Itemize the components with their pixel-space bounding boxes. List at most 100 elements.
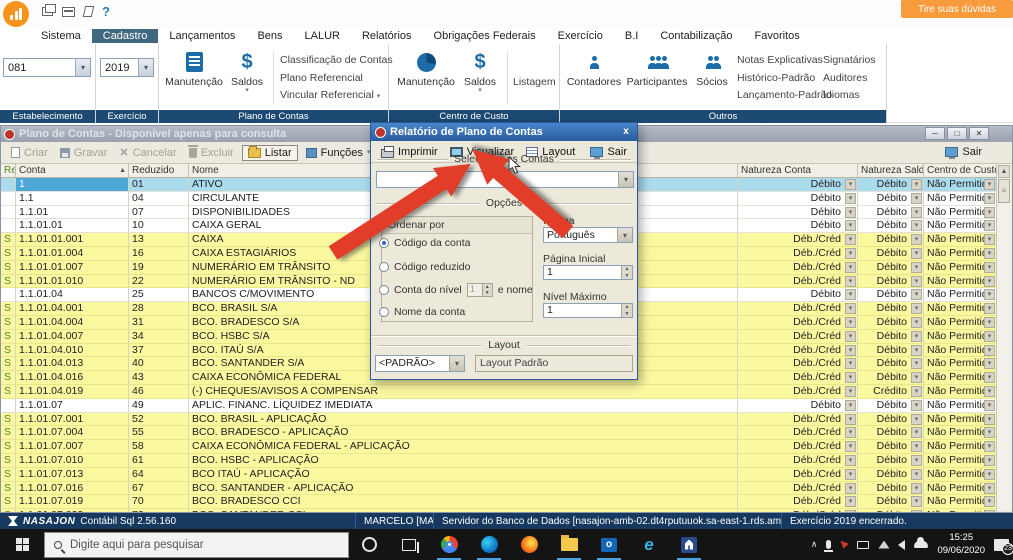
dropdown-button[interactable]: ▾ (984, 261, 995, 273)
dropdown-button[interactable]: ▾ (845, 496, 856, 508)
chevron-down-icon[interactable]: ▾ (617, 228, 632, 242)
nivel-spinner[interactable]: 1 ▲ ▼ (466, 283, 493, 297)
radio-codigo-reduzido[interactable]: Código reduzido (379, 261, 470, 273)
dropdown-button[interactable]: ▾ (845, 441, 856, 453)
dropdown-button[interactable]: ▾ (984, 289, 995, 301)
dropdown-button[interactable]: ▾ (911, 372, 922, 384)
minimize-window-icon[interactable] (62, 6, 75, 17)
dropdown-button[interactable]: ▾ (911, 454, 922, 466)
dropdown-button[interactable]: ▾ (845, 454, 856, 466)
dialog-close-icon[interactable]: x (619, 126, 633, 139)
dropdown-button[interactable]: ▾ (984, 372, 995, 384)
dropdown-button[interactable]: ▾ (911, 179, 922, 190)
menu-tab-lan-amentos[interactable]: Lançamentos (158, 29, 246, 43)
task-view-button[interactable] (389, 529, 429, 560)
dropdown-button[interactable]: ▾ (984, 330, 995, 342)
help-icon[interactable]: ? (102, 4, 110, 19)
excluir-button[interactable]: Excluir (183, 144, 240, 161)
wifi-icon[interactable] (878, 540, 890, 549)
chevron-down-icon[interactable]: ▾ (138, 59, 153, 76)
keyboard-icon[interactable] (857, 540, 870, 549)
dropdown-button[interactable]: ▾ (911, 413, 922, 425)
dropdown-button[interactable]: ▾ (911, 344, 922, 356)
dropdown-button[interactable]: ▾ (845, 510, 856, 512)
dropdown-button[interactable]: ▾ (845, 468, 856, 480)
column-ref[interactable]: Ref. (1, 164, 16, 177)
dropdown-button[interactable]: ▾ (845, 179, 856, 190)
dropdown-button[interactable]: ▾ (845, 399, 856, 411)
dropdown-button[interactable]: ▾ (911, 330, 922, 342)
dropdown-button[interactable]: ▾ (845, 330, 856, 342)
centro-manutencao-button[interactable]: Manutenção (397, 48, 455, 88)
minimize-button[interactable]: ─ (925, 127, 945, 140)
pointer-device-icon[interactable] (840, 540, 849, 549)
link-classificacao-de-contas[interactable]: Classificação de Contas (280, 52, 393, 70)
dropdown-button[interactable]: ▾ (911, 427, 922, 439)
listar-button[interactable]: Listar (241, 144, 298, 161)
file-explorer-button[interactable] (549, 529, 589, 560)
cancelar-button[interactable]: ✕ Cancelar (113, 144, 182, 161)
chevron-down-icon[interactable]: ▾ (75, 59, 90, 76)
link-idiomas[interactable]: Idiomas (823, 87, 876, 105)
table-row[interactable]: S 1.1.01.07.001 52 BCO. BRASIL - APLICAÇÃO D… (1, 412, 997, 427)
dropdown-button[interactable]: ▾ (845, 275, 856, 287)
dropdown-button[interactable]: ▾ (911, 358, 922, 370)
volume-icon[interactable] (898, 539, 906, 550)
participantes-button[interactable]: Participantes (626, 48, 688, 88)
funcoes-button[interactable]: Funções ▾ (300, 145, 377, 161)
dropdown-button[interactable]: ▾ (984, 344, 995, 356)
menu-tab-sistema[interactable]: Sistema (30, 29, 92, 43)
dropdown-button[interactable]: ▾ (984, 482, 995, 494)
dropdown-button[interactable]: ▾ (911, 496, 922, 508)
dropdown-button[interactable]: ▾ (984, 303, 995, 315)
menu-tab-obriga-es-federais[interactable]: Obrigações Federais (423, 29, 547, 43)
menu-tab-cadastro[interactable]: Cadastro (91, 29, 159, 43)
edge-button[interactable] (469, 529, 509, 560)
spin-down-icon[interactable]: ▼ (621, 310, 632, 317)
restore-window-icon[interactable] (42, 4, 56, 16)
chevron-down-icon[interactable]: ▾ (449, 356, 464, 371)
dropdown-button[interactable]: ▾ (984, 316, 995, 328)
dropdown-button[interactable]: ▾ (845, 344, 856, 356)
scroll-up-icon[interactable]: ▲ (998, 165, 1010, 178)
window-sair-button[interactable]: Sair (939, 144, 988, 160)
tray-expand-icon[interactable]: ∧ (811, 539, 818, 550)
dropdown-button[interactable]: ▾ (984, 510, 995, 512)
dropdown-button[interactable]: ▾ (984, 358, 995, 370)
socios-button[interactable]: Sócios (691, 48, 733, 88)
dropdown-button[interactable]: ▾ (911, 510, 922, 512)
dropdown-button[interactable]: ▾ (911, 192, 922, 204)
table-row[interactable]: S 1.1.01.07.016 67 BCO. SANTANDER - APLICAÇ… (1, 481, 997, 496)
link-vincular-referencial[interactable]: Vincular Referencial ▾ (280, 87, 393, 105)
microphone-icon[interactable] (824, 540, 834, 552)
table-row[interactable]: S 1.1.01.07.007 58 CAIXA ECONÔMICA FEDERAL … (1, 440, 997, 454)
dropdown-button[interactable]: ▾ (911, 303, 922, 315)
dropdown-button[interactable]: ▾ (984, 454, 995, 466)
dropdown-button[interactable]: ▾ (984, 385, 995, 397)
spin-down-icon[interactable]: ▼ (621, 272, 632, 279)
notifications-button[interactable]: 23 (994, 538, 1013, 555)
dropdown-button[interactable]: ▾ (984, 275, 995, 287)
dropdown-button[interactable]: ▾ (845, 192, 856, 204)
contadores-button[interactable]: Contadores (565, 48, 623, 88)
estabelecimento-combo[interactable]: 081 ▾ (3, 58, 91, 77)
table-row[interactable]: S 1.1.01.07.010 61 BCO. HSBC - APLICAÇÃO Déb… (1, 453, 997, 468)
column-centro-de-custo[interactable]: Centro de Custo (924, 164, 997, 177)
cortana-button[interactable] (349, 529, 389, 560)
dropdown-button[interactable]: ▾ (984, 441, 995, 453)
dropdown-button[interactable]: ▾ (984, 247, 995, 259)
radio-nome-da-conta[interactable]: Nome da conta (379, 306, 465, 318)
dropdown-button[interactable]: ▾ (911, 482, 922, 494)
table-row[interactable]: S 1.1.01.07.004 55 BCO. BRADESCO - APLICAÇÃ… (1, 426, 997, 441)
dropdown-button[interactable]: ▾ (984, 413, 995, 425)
dropdown-button[interactable]: ▾ (845, 289, 856, 301)
select-accounts-combo[interactable]: ▾ (376, 171, 634, 188)
dropdown-button[interactable]: ▾ (984, 220, 995, 232)
vertical-scrollbar[interactable]: ▲ ≡ (996, 164, 1011, 511)
dropdown-button[interactable]: ▾ (984, 234, 995, 246)
dropdown-button[interactable]: ▾ (845, 385, 856, 397)
dropdown-button[interactable]: ▾ (984, 427, 995, 439)
dropdown-button[interactable]: ▾ (911, 261, 922, 273)
outlook-button[interactable]: o (589, 529, 629, 560)
dropdown-button[interactable]: ▾ (911, 385, 922, 397)
